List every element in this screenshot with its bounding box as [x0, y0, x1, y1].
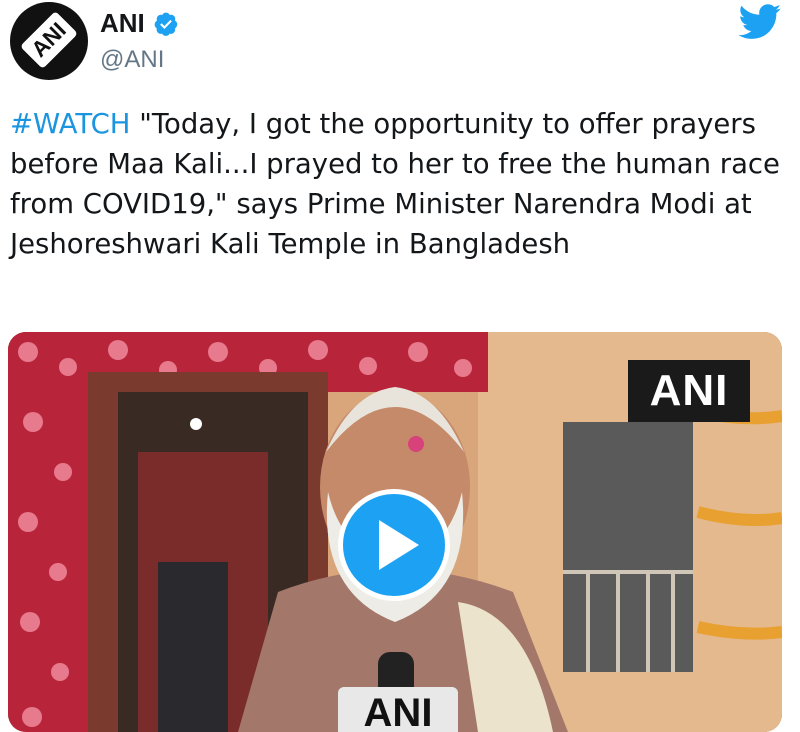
microphone-logo: ANI	[338, 687, 458, 732]
hashtag-link[interactable]: #WATCH	[10, 108, 130, 140]
ani-watermark: ANI	[628, 360, 750, 422]
avatar-logo-text: ANI	[26, 17, 71, 62]
tweet-text: #WATCH "Today, I got the opportunity to …	[10, 104, 780, 264]
verified-badge-icon	[154, 12, 178, 36]
display-name[interactable]: ANI	[100, 8, 145, 39]
play-icon	[379, 520, 419, 570]
user-handle[interactable]: @ANI	[100, 46, 164, 74]
video-media[interactable]: ANI ANI	[8, 332, 782, 732]
avatar[interactable]: ANI	[10, 2, 88, 80]
author-name-row: ANI	[100, 8, 179, 39]
twitter-bird-icon[interactable]	[738, 4, 782, 40]
play-button[interactable]	[338, 489, 450, 601]
